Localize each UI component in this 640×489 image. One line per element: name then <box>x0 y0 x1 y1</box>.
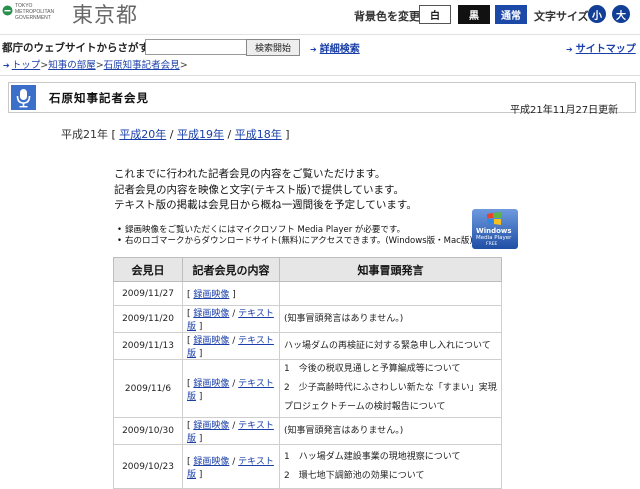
table-row: 2009/11/20 [ 録画映像 / テキスト版 ] (知事冒頭発言はありませ… <box>113 305 502 333</box>
advanced-search-link[interactable]: ➔ 詳細検索 <box>310 40 360 55</box>
site-header: TOKYO METROPOLITAN GOVERNMENT 東京都 背景色を変更… <box>0 0 640 32</box>
row-content-links: [ 録画映像 / テキスト版 ] <box>182 417 280 445</box>
row-date: 2009/10/30 <box>113 417 183 445</box>
intro-text: これまでに行われた記者会見の内容をご覧いただけます。 記者会見の内容を映像と文字… <box>114 167 417 214</box>
row-date: 2009/11/6 <box>113 359 183 418</box>
note-item: • 録画映像をご覧いただくにはマイクロソフト Media Player が必要です… <box>117 225 406 235</box>
year-separator: / <box>227 128 232 141</box>
font-size-label: 文字サイズ <box>534 10 589 23</box>
bg-color-label: 背景色を変更 <box>354 10 420 23</box>
breadcrumb-item-governor-room[interactable]: 知事の部屋 <box>48 60 96 71</box>
bracket-open: [ <box>111 128 116 141</box>
search-input[interactable] <box>145 39 250 55</box>
row-content-links: [ 録画映像 ] <box>182 281 280 306</box>
sitemap-link[interactable]: ➔ サイトマップ <box>566 40 636 55</box>
windows-media-player-logo[interactable]: Windows Media Player FREE <box>472 209 518 249</box>
bullet-icon: • <box>117 236 123 246</box>
font-small-button[interactable]: 小 <box>588 5 606 23</box>
column-header-content: 記者会見の内容 <box>182 257 280 282</box>
column-header-date: 会見日 <box>113 257 183 282</box>
bg-black-button[interactable]: 黒 <box>458 5 490 24</box>
column-header-remarks: 知事冒頭発言 <box>279 257 502 282</box>
bg-white-button[interactable]: 白 <box>419 5 451 24</box>
row-remarks: (知事冒頭発言はありません。) <box>279 417 502 445</box>
arrow-right-icon: ➔ <box>310 45 317 54</box>
windows-flag-icon <box>487 212 501 225</box>
row-remarks <box>279 281 502 306</box>
sitemap-label[interactable]: サイトマップ <box>576 44 636 55</box>
arrow-right-icon: ➔ <box>566 45 573 54</box>
video-link[interactable]: 録画映像 <box>193 290 229 300</box>
row-remarks: 1 今後の税収見通しと予算編成等について 2 少子高齢時代にふさわしい新たな「すま… <box>279 359 502 418</box>
wmp-logo-line1: Windows <box>476 227 512 235</box>
year-link-h19[interactable]: 平成19年 <box>177 128 224 141</box>
video-link[interactable]: 録画映像 <box>193 379 229 389</box>
search-title: 都庁のウェブサイトからさがす <box>2 42 149 54</box>
bracket-close: ] <box>285 128 290 141</box>
bullet-icon: • <box>117 225 123 235</box>
logo-text-en: TOKYO METROPOLITAN GOVERNMENT <box>15 3 55 21</box>
video-link[interactable]: 録画映像 <box>193 336 229 346</box>
intro-line: これまでに行われた記者会見の内容をご覧いただけます。 <box>114 168 386 180</box>
press-conference-table: 会見日 記者会見の内容 知事冒頭発言 2009/11/27 [ 録画映像 ] 2… <box>113 257 502 489</box>
breadcrumb: ➔ トップ>知事の部屋>石原知事記者会見> <box>0 57 640 76</box>
table-row: 2009/10/30 [ 録画映像 / テキスト版 ] (知事冒頭発言はありませ… <box>113 417 502 445</box>
table-row: 2009/11/27 [ 録画映像 ] <box>113 281 502 306</box>
table-header-row: 会見日 記者会見の内容 知事冒頭発言 <box>113 257 502 282</box>
year-separator: / <box>169 128 174 141</box>
microphone-icon <box>11 85 36 110</box>
breadcrumb-item-press-conference[interactable]: 石原知事記者会見 <box>104 60 180 71</box>
row-remarks: (知事冒頭発言はありません。) <box>279 305 502 333</box>
row-content-links: [ 録画映像 / テキスト版 ] <box>182 359 280 418</box>
year-link-h20[interactable]: 平成20年 <box>119 128 166 141</box>
note-item: • 右のロゴマークからダウンロードサイト(無料)にアクセスできます。(Window… <box>117 236 473 246</box>
arrow-right-icon: ➔ <box>3 61 10 70</box>
tokyo-logo-mark-icon <box>2 5 13 16</box>
wmp-logo-line3: FREE <box>486 242 498 247</box>
table-row: 2009/11/6 [ 録画映像 / テキスト版 ] 1 今後の税収見通しと予算… <box>113 359 502 418</box>
updated-date: 平成21年11月27日更新 <box>510 105 619 116</box>
wmp-logo-line2: Media Player <box>476 235 512 241</box>
bg-normal-button[interactable]: 通常 <box>495 5 527 24</box>
year-link-h18[interactable]: 平成18年 <box>235 128 282 141</box>
logo-text-jp: 東京都 <box>72 3 138 27</box>
breadcrumb-item-top[interactable]: トップ <box>12 60 41 71</box>
search-button[interactable]: 検索開始 <box>246 39 300 56</box>
video-link[interactable]: 録画映像 <box>193 457 229 467</box>
year-navigation: 平成21年 [ 平成20年 / 平成19年 / 平成18年 ] <box>61 126 290 142</box>
table-row: 2009/11/13 [ 録画映像 / テキスト版 ] ハッ場ダムの再検証に対す… <box>113 332 502 360</box>
row-date: 2009/11/27 <box>113 281 183 306</box>
breadcrumb-separator: > <box>95 60 104 71</box>
search-bar: 都庁のウェブサイトからさがす 検索開始 ➔ 詳細検索 ➔ サイトマップ <box>0 34 640 57</box>
tokyo-logo[interactable]: TOKYO METROPOLITAN GOVERNMENT 東京都 <box>2 2 152 28</box>
font-large-button[interactable]: 大 <box>612 5 630 23</box>
row-content-links: [ 録画映像 / テキスト版 ] <box>182 305 280 333</box>
video-link[interactable]: 録画映像 <box>193 309 229 319</box>
row-content-links: [ 録画映像 / テキスト版 ] <box>182 332 280 360</box>
current-year: 平成21年 <box>61 128 108 141</box>
intro-line: 記者会見の内容を映像と文字(テキスト版)で提供しています。 <box>114 183 405 196</box>
row-date: 2009/11/13 <box>113 332 183 360</box>
row-date: 2009/11/20 <box>113 305 183 333</box>
breadcrumb-separator: > <box>40 60 49 71</box>
media-player-notes: • 録画映像をご覧いただくにはマイクロソフト Media Player が必要です… <box>117 225 473 247</box>
page-title: 石原知事記者会見 <box>49 91 149 105</box>
advanced-search-label[interactable]: 詳細検索 <box>320 44 360 55</box>
breadcrumb-separator: > <box>179 60 188 71</box>
intro-line: テキスト版の掲載は会見日から概ね一週間後を予定しています。 <box>114 199 417 211</box>
video-link[interactable]: 録画映像 <box>193 421 229 431</box>
row-remarks: ハッ場ダムの再検証に対する緊急申し入れについて <box>279 332 502 360</box>
